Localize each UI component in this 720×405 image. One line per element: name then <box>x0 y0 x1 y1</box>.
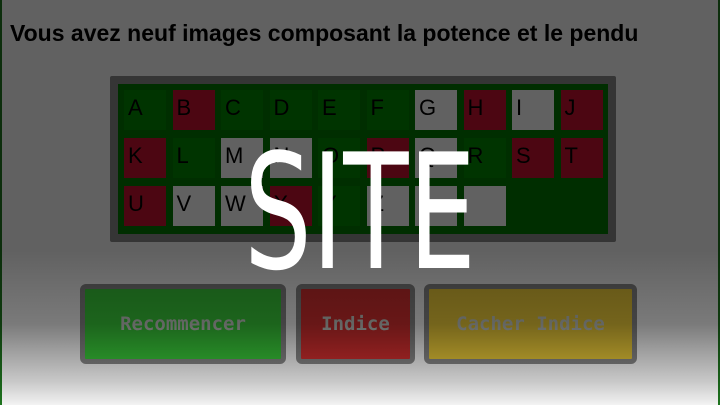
key-u[interactable]: U <box>124 186 166 226</box>
key-p[interactable]: P <box>366 138 409 178</box>
key-a[interactable]: A <box>124 90 166 130</box>
key-v[interactable]: V <box>172 186 215 226</box>
key-o[interactable]: O <box>318 138 360 178</box>
key-x[interactable]: X <box>269 186 312 226</box>
key-t[interactable]: T <box>560 138 603 178</box>
key-c[interactable]: C <box>221 90 263 130</box>
key-m[interactable]: M <box>221 138 263 178</box>
key-g[interactable]: G <box>415 90 457 130</box>
page-background: Vous avez neuf images composant la poten… <box>0 0 720 405</box>
key-f[interactable]: F <box>366 90 409 130</box>
key-b[interactable]: B <box>172 90 215 130</box>
key-d[interactable]: D <box>269 90 312 130</box>
letter-keyboard: ABCDEFGHIJ KLMNOPQRST UVWXYZ- <box>118 84 608 234</box>
key-q[interactable]: Q <box>415 138 457 178</box>
key-j[interactable]: J <box>560 90 603 130</box>
letter-keyboard-frame: ABCDEFGHIJ KLMNOPQRST UVWXYZ- <box>110 76 616 242</box>
key-n[interactable]: N <box>269 138 312 178</box>
hint-button[interactable]: Indice <box>296 284 415 364</box>
key-hyphen[interactable]: - <box>415 186 457 226</box>
key-r[interactable]: R <box>463 138 506 178</box>
left-border <box>0 0 2 405</box>
key-h[interactable]: H <box>463 90 506 130</box>
restart-button[interactable]: Recommencer <box>80 284 286 364</box>
key-blank[interactable] <box>463 186 506 226</box>
key-z[interactable]: Z <box>366 186 409 226</box>
key-w[interactable]: W <box>221 186 263 226</box>
key-e[interactable]: E <box>318 90 360 130</box>
hide-hint-button[interactable]: Cacher Indice <box>424 284 637 364</box>
key-y[interactable]: Y <box>318 186 360 226</box>
key-l[interactable]: L <box>172 138 215 178</box>
instruction-text: Vous avez neuf images composant la poten… <box>10 20 639 46</box>
key-k[interactable]: K <box>124 138 166 178</box>
key-i[interactable]: I <box>512 90 554 130</box>
key-s[interactable]: S <box>512 138 554 178</box>
